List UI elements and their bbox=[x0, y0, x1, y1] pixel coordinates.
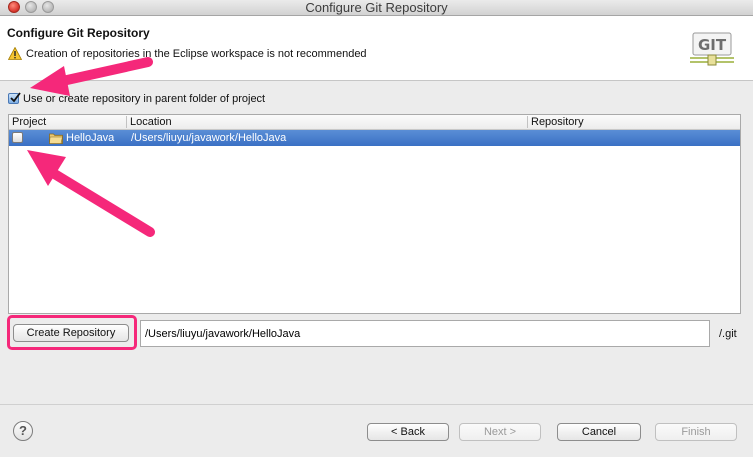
next-button[interactable]: Next > bbox=[459, 423, 541, 441]
wizard-title: Configure Git Repository bbox=[7, 26, 150, 40]
column-header-location[interactable]: Location bbox=[127, 115, 172, 129]
column-header-repository[interactable]: Repository bbox=[528, 115, 584, 129]
window-title: Configure Git Repository bbox=[305, 0, 448, 15]
finish-button[interactable]: Finish bbox=[655, 423, 737, 441]
cancel-button[interactable]: Cancel bbox=[557, 423, 641, 441]
warning-message: Creation of repositories in the Eclipse … bbox=[26, 48, 367, 60]
column-header-project[interactable]: Project bbox=[9, 115, 46, 129]
footer-divider bbox=[0, 404, 753, 405]
project-folder-icon bbox=[49, 133, 63, 144]
project-name: HelloJava bbox=[66, 132, 115, 144]
repository-path-input[interactable] bbox=[140, 320, 710, 347]
git-logo-text: GIT bbox=[698, 36, 727, 54]
warning-icon bbox=[8, 47, 22, 60]
wizard-header: Configure Git Repository Creation of rep… bbox=[0, 16, 753, 81]
create-button-highlight bbox=[7, 315, 137, 350]
git-logo-icon: GIT bbox=[690, 32, 734, 66]
project-location: /Users/liuyu/javawork/HelloJava bbox=[131, 132, 287, 144]
project-table[interactable]: Project Location Repository HelloJava /U… bbox=[8, 114, 741, 314]
back-button[interactable]: < Back bbox=[367, 423, 449, 441]
window-titlebar: Configure Git Repository bbox=[0, 0, 753, 16]
parent-folder-label[interactable]: Use or create repository in parent folde… bbox=[23, 93, 265, 105]
git-suffix-label: /.git bbox=[719, 328, 737, 340]
help-icon[interactable]: ? bbox=[13, 421, 33, 441]
table-header: Project Location Repository bbox=[9, 115, 740, 130]
parent-folder-checkbox[interactable] bbox=[8, 92, 21, 104]
table-row[interactable]: HelloJava /Users/liuyu/javawork/HelloJav… bbox=[9, 130, 740, 146]
project-row-checkbox[interactable] bbox=[12, 132, 23, 143]
checkmark-icon bbox=[10, 92, 21, 103]
